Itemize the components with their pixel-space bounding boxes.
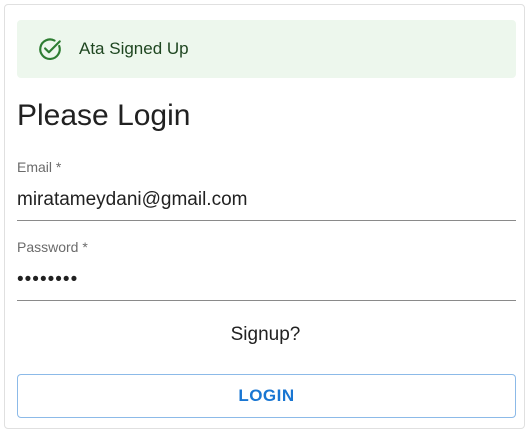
email-field[interactable] [17,181,516,221]
success-alert: Ata Signed Up [17,20,516,78]
password-field[interactable]: •••••••• [17,261,516,301]
check-circle-icon [37,36,63,62]
login-card: Ata Signed Up Please Login Email * Passw… [4,4,525,429]
password-field-group: Password * •••••••• [17,239,516,301]
password-label: Password * [17,239,88,255]
email-label: Email * [17,159,62,175]
login-button[interactable]: LOGIN [17,374,516,418]
page-title: Please Login [17,99,191,132]
alert-message: Ata Signed Up [79,39,189,58]
signup-link[interactable]: Signup? [5,324,526,346]
email-field-group: Email * [17,159,516,221]
